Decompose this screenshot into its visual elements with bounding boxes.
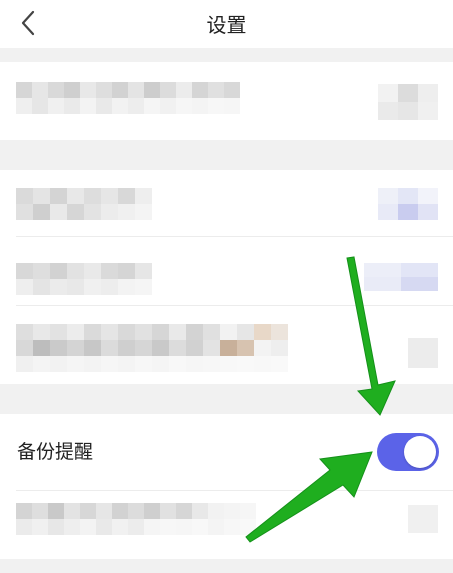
obscured-text <box>16 188 152 220</box>
backup-reminder-toggle[interactable] <box>377 433 439 471</box>
section-gap <box>0 384 453 414</box>
obscured-value <box>378 188 438 220</box>
toggle-knob <box>404 436 436 468</box>
settings-row-obscured[interactable] <box>0 491 453 559</box>
section-gap <box>0 140 453 170</box>
navigation-bar: 设置 <box>0 0 453 46</box>
settings-row-obscured[interactable] <box>0 170 453 236</box>
settings-row-obscured[interactable] <box>0 306 453 384</box>
obscured-text <box>16 82 242 114</box>
settings-row-obscured[interactable] <box>0 237 453 305</box>
settings-row-obscured[interactable] <box>0 62 453 140</box>
obscured-value <box>408 505 438 533</box>
obscured-text <box>16 324 288 372</box>
section-gap <box>0 48 453 62</box>
page-title: 设置 <box>206 13 247 37</box>
section-gap <box>0 559 453 573</box>
backup-reminder-label: 备份提醒 <box>17 441 94 463</box>
obscured-value <box>364 263 438 291</box>
obscured-value <box>408 338 438 368</box>
obscured-text <box>16 263 152 295</box>
obscured-value <box>378 84 438 120</box>
obscured-text <box>16 503 256 535</box>
